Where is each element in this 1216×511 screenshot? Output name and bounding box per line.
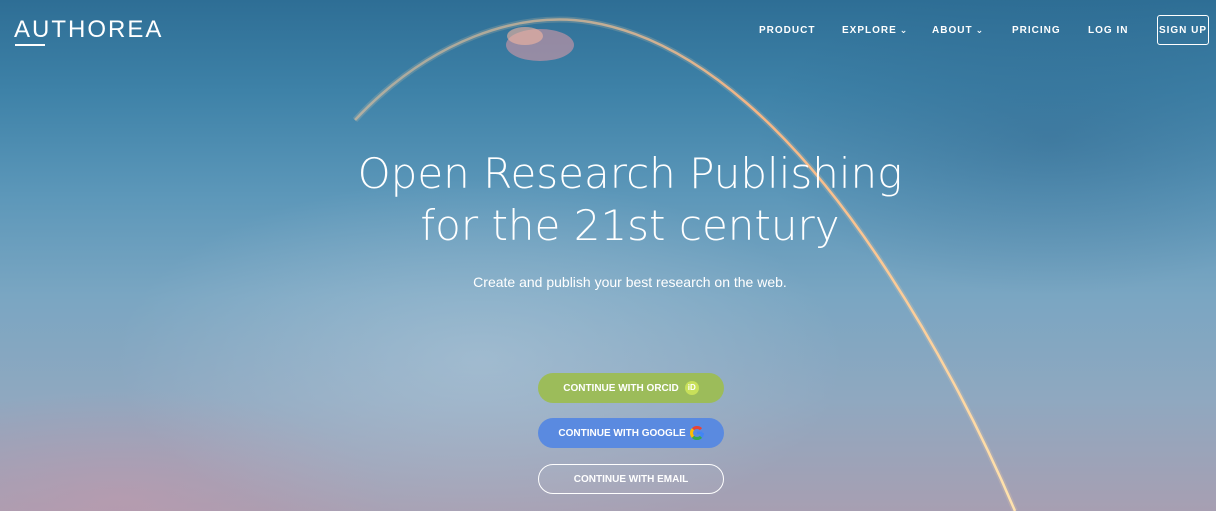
continue-with-orcid-button[interactable]: CONTINUE WITH ORCID iD (538, 373, 724, 403)
continue-with-email-button[interactable]: CONTINUE WITH EMAIL (538, 464, 724, 494)
authorea-logo[interactable]: AUTHOREA (14, 16, 163, 44)
nav-product[interactable]: PRODUCT (759, 25, 815, 36)
hero-title-line2: for the 21st century (420, 201, 840, 250)
orcid-button-label: CONTINUE WITH ORCID (563, 382, 679, 394)
logo-underline (15, 44, 45, 46)
google-icon (689, 426, 704, 440)
signup-button[interactable]: SIGN UP (1157, 15, 1209, 45)
nav-explore-label: EXPLORE (842, 25, 897, 36)
hero-title: Open Research Publishing for the 21st ce… (0, 148, 1216, 252)
hero-title-line1: Open Research Publishing (357, 149, 903, 198)
nav-about[interactable]: ABOUT ⌄ (932, 25, 984, 36)
chevron-down-icon: ⌄ (899, 25, 909, 35)
nav-pricing[interactable]: PRICING (1012, 25, 1061, 36)
hero-subtitle: Create and publish your best research on… (473, 274, 787, 290)
nav-explore[interactable]: EXPLORE ⌄ (842, 25, 908, 36)
orcid-icon: iD (684, 381, 699, 395)
chevron-down-icon: ⌄ (975, 25, 985, 35)
nav-login[interactable]: LOG IN (1088, 25, 1128, 36)
continue-with-google-button[interactable]: CONTINUE WITH GOOGLE (538, 418, 724, 448)
top-navigation: AUTHOREA PRODUCT EXPLORE ⌄ ABOUT ⌄ PRICING… (0, 0, 1216, 60)
nav-about-label: ABOUT (932, 25, 973, 36)
google-button-label: CONTINUE WITH GOOGLE (558, 427, 686, 439)
